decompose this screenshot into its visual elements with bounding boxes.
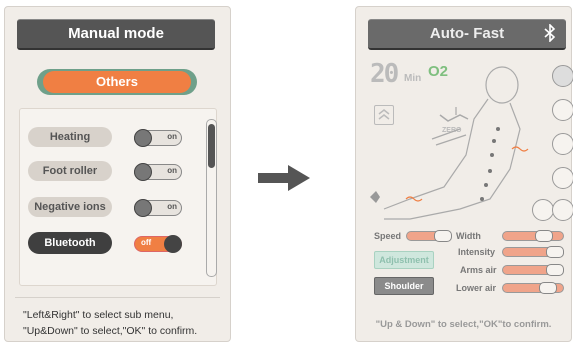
lower-air-label: Lower air [456, 283, 497, 293]
auto-mode-title: Auto- Fast [368, 19, 566, 50]
submenu-selected-others[interactable]: Others [43, 71, 191, 93]
side-button-5[interactable] [532, 199, 554, 221]
toggle-knob [134, 199, 152, 217]
heating-label: Heating [28, 127, 112, 147]
slider-knob[interactable] [434, 230, 452, 242]
list-item-negative-ions[interactable]: Negative ions on [28, 197, 208, 217]
slider-knob[interactable] [546, 246, 564, 258]
intensity-label: Intensity [458, 247, 496, 257]
side-button-2[interactable] [552, 99, 573, 121]
side-button-3[interactable] [552, 133, 573, 155]
bluetooth-toggle[interactable]: off [134, 235, 182, 253]
foot-roller-label: Foot roller [28, 161, 112, 181]
toggle-state: off [141, 238, 152, 247]
arms-air-label: Arms air [460, 265, 497, 275]
list-scrollbar[interactable] [206, 119, 217, 277]
lower-air-slider[interactable] [502, 282, 564, 294]
auto-mode-panel: Auto- Fast 20 Min O2 ZERO Speed Width In… [355, 6, 573, 342]
speed-label: Speed [374, 231, 402, 241]
slider-knob[interactable] [546, 264, 564, 276]
auto-mode-title-text: Auto- Fast [429, 25, 505, 42]
list-item-foot-roller[interactable]: Foot roller on [28, 161, 208, 181]
leaf-icon[interactable] [552, 65, 573, 87]
divider [15, 297, 220, 298]
side-button-4[interactable] [552, 167, 573, 189]
foot-roller-toggle[interactable]: on [134, 163, 182, 181]
slider-knob[interactable] [535, 230, 553, 242]
manual-mode-panel: Manual mode Others Heating on Foot rolle… [4, 6, 231, 342]
toggle-state: on [167, 166, 177, 175]
body-diagram-icon [370, 66, 529, 220]
intensity-slider[interactable] [502, 246, 564, 258]
adjustment-button[interactable]: Adjustment [374, 251, 434, 269]
shoulder-button[interactable]: Shoulder [374, 277, 434, 295]
toggle-knob [164, 235, 182, 253]
negative-ions-toggle[interactable]: on [134, 199, 182, 217]
list-item-bluetooth[interactable]: Bluetooth off [28, 232, 208, 254]
bluetooth-label: Bluetooth [28, 232, 112, 254]
toggle-knob [134, 129, 152, 147]
help-text-line2: "Up&Down" to select,"OK" to confirm. [23, 325, 198, 337]
help-text: "Up & Down" to select,"OK"to confirm. [375, 319, 552, 330]
options-list: Heating on Foot roller on Negative ions … [19, 108, 217, 286]
heating-toggle[interactable]: on [134, 129, 182, 147]
list-item-heating[interactable]: Heating on [28, 127, 208, 147]
toggle-state: on [167, 202, 177, 211]
speed-slider[interactable] [406, 230, 452, 242]
toggle-state: on [167, 132, 177, 141]
width-label: Width [456, 231, 481, 241]
side-button-6[interactable] [552, 199, 573, 221]
bluetooth-icon [544, 24, 556, 42]
slider-knob[interactable] [539, 282, 557, 294]
width-slider[interactable] [502, 230, 564, 242]
submenu-selector[interactable]: Others [37, 69, 197, 95]
scrollbar-thumb[interactable] [208, 124, 215, 168]
negative-ions-label: Negative ions [28, 197, 112, 217]
arms-air-slider[interactable] [502, 264, 564, 276]
toggle-knob [134, 163, 152, 181]
manual-mode-title: Manual mode [17, 19, 215, 50]
help-text-line1: "Left&Right" to select sub menu, [23, 309, 174, 321]
arrow-right-icon [258, 165, 310, 191]
